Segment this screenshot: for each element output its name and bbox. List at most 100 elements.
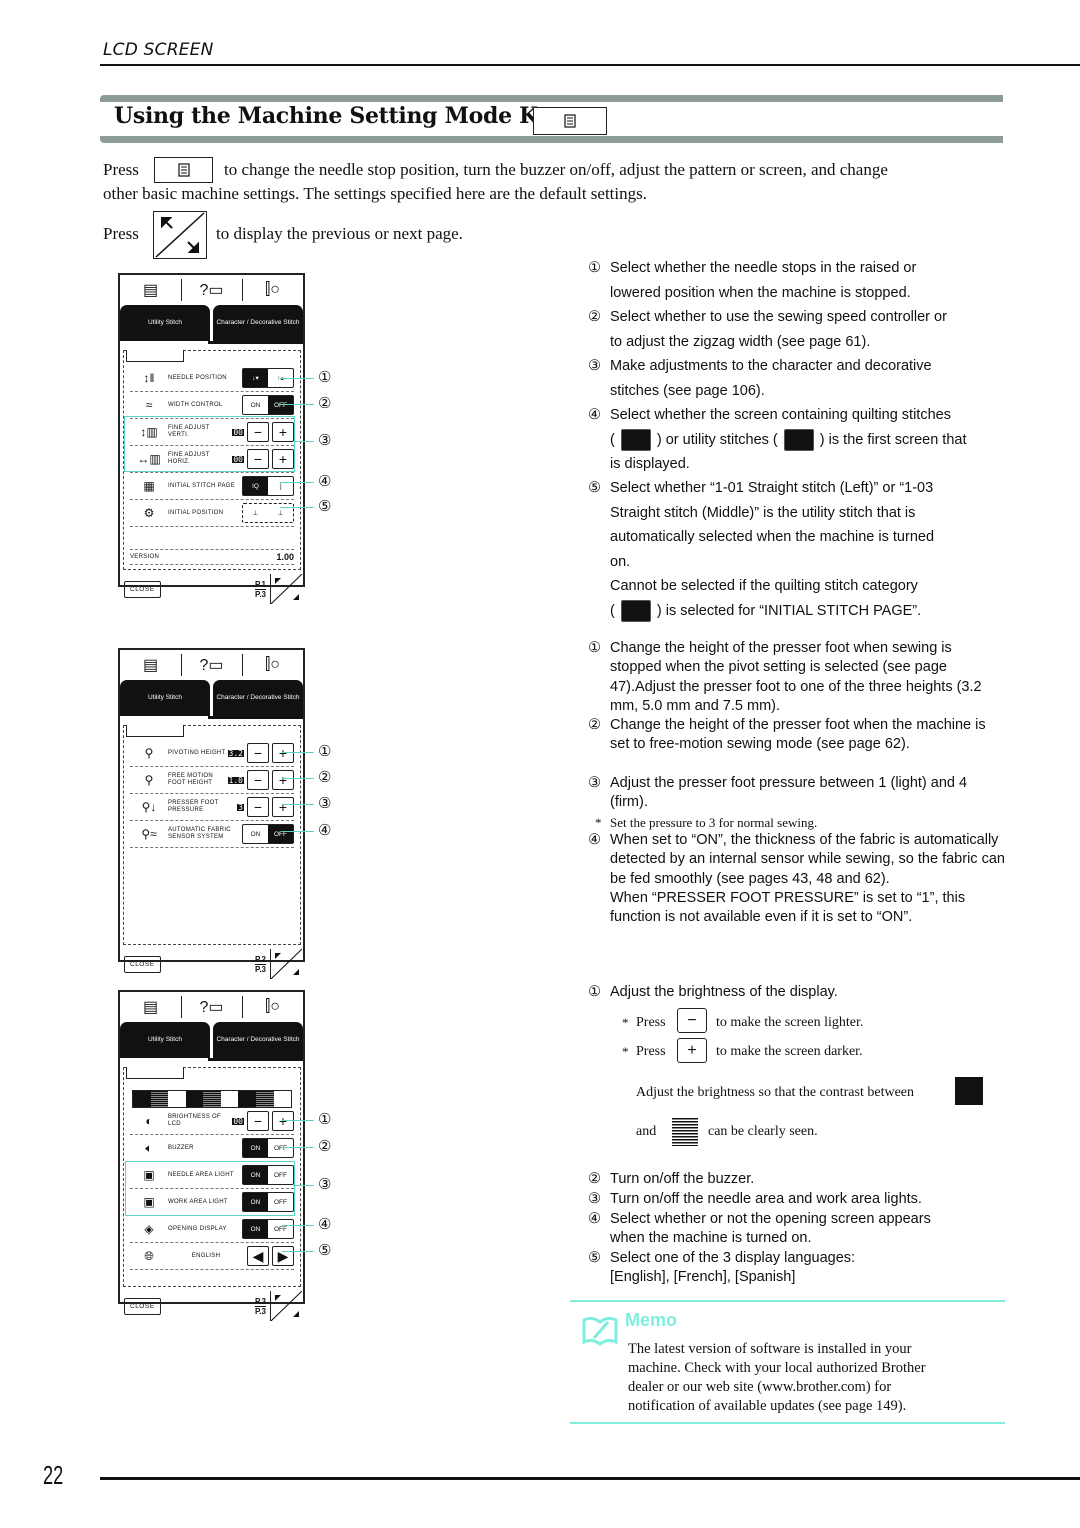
opening-display-toggle[interactable]: ON OFF [242, 1219, 294, 1239]
note-line: lowered position when the machine is sto… [610, 284, 911, 301]
lcd-footer: CLOSE P.2 P.3 [120, 947, 303, 981]
callout-2: ② [318, 1138, 332, 1155]
current-page: P.2 [255, 954, 266, 965]
width-control-toggle[interactable]: ON OFF [242, 395, 294, 415]
minus-button[interactable]: − [247, 797, 269, 817]
off-option: OFF [274, 1144, 287, 1152]
note-text: Set the pressure to 3 for normal sewing. [610, 815, 818, 830]
title-bar-top [100, 95, 1003, 102]
prev-next-page-button[interactable] [270, 573, 303, 605]
current-page: P.3 [255, 1296, 266, 1307]
page-indicator: P.2 P.3 [255, 955, 266, 974]
lcd-top-bar: ▤ ?▭ ⫿○ [120, 650, 303, 680]
callout-3: ③ [318, 432, 332, 449]
close-button[interactable]: CLOSE [124, 955, 161, 973]
lcd-top-needle[interactable]: ⫿○ [242, 992, 303, 1022]
star-marker: * [622, 1044, 629, 1059]
memo-line: dealer or our web site (www.brother.com)… [628, 1379, 892, 1395]
lcd-top-help[interactable]: ?▭ [181, 992, 242, 1022]
lcd-top-setting[interactable]: ▤ [120, 650, 181, 680]
intro-line-2: other basic machine settings. The settin… [103, 184, 647, 203]
fabric-sensor-toggle[interactable]: ON OFF [242, 824, 294, 844]
settings-subtab [126, 1067, 184, 1079]
prev-next-page-icon [155, 212, 205, 258]
tab-character-decorative[interactable]: Character / Decorative Stitch [213, 680, 303, 716]
off-option: OFF [274, 1225, 287, 1233]
minus-button[interactable]: − [247, 770, 269, 790]
note-line: is displayed. [610, 456, 690, 472]
callout-line [282, 1225, 314, 1226]
plus-button[interactable]: + [272, 1111, 294, 1131]
globe-language-icon: 🌐︎ [144, 1248, 154, 1263]
setting-row-brightness: ◐ BRIGHTNESS OF LCD 00 − + [130, 1108, 294, 1135]
setting-value: 1.0 [227, 775, 244, 785]
initial-stitch-page-toggle[interactable]: ǀQ ⸾ [242, 476, 294, 496]
machine-needle-icon: ⚙ [143, 505, 155, 520]
page-number: 22 [43, 1460, 64, 1490]
note-3: ③ Adjust the presser foot pressure betwe… [588, 774, 1005, 813]
memo-body: The latest version of software is instal… [628, 1340, 998, 1416]
callout-line [293, 1185, 314, 1186]
minus-button[interactable]: − [247, 1111, 269, 1131]
plus-button[interactable]: + [272, 743, 294, 763]
footer-rule [100, 1477, 1080, 1480]
intro-press-1: Press [103, 160, 139, 179]
callout-1: ① [318, 1111, 332, 1128]
note-text: Change the height of the presser foot wh… [610, 717, 986, 753]
tab-utility-stitch[interactable]: Utility Stitch [120, 1022, 210, 1058]
machine-setting-key [533, 107, 607, 135]
initial-position-toggle[interactable]: ⊥ ⊥ [242, 503, 294, 523]
machine-setting-key-inline [154, 157, 213, 183]
prev-next-page-button[interactable] [270, 948, 303, 980]
lcd-footer: CLOSE P.3 P.3 [120, 1289, 303, 1323]
close-button[interactable]: CLOSE [124, 580, 161, 598]
total-pages: P.3 [255, 964, 266, 974]
section-label: LCD SCREEN [103, 40, 214, 60]
note-number: ② [588, 309, 601, 325]
note-1: ① Change the height of the presser foot … [588, 639, 1005, 716]
lcd-top-needle[interactable]: ⫿○ [242, 275, 303, 305]
tab-character-decorative[interactable]: Character / Decorative Stitch [213, 1022, 303, 1058]
plus-button[interactable]: + [272, 797, 294, 817]
lcd-top-help[interactable]: ?▭ [181, 650, 242, 680]
lcd-top-needle[interactable]: ⫿○ [242, 650, 303, 680]
tab-character-decorative[interactable]: Character / Decorative Stitch [213, 305, 303, 341]
needle-position-icon: ↕‖ [143, 370, 155, 385]
lcd-settings-body: ⚲ PIVOTING HEIGHT 3.2 − + ⚲ FREE MOTION … [123, 725, 301, 945]
lcd-top-setting[interactable]: ▤ [120, 992, 181, 1022]
help-machine-icon: ?▭ [199, 999, 224, 1016]
note-2: ② Turn on/off the buzzer. [588, 1170, 1005, 1189]
setting-row-pivoting-height: ⚲ PIVOTING HEIGHT 3.2 − + [130, 740, 294, 767]
note-text: Change the height of the presser foot wh… [610, 640, 982, 714]
stitch-grid-icon: ▦ [143, 478, 155, 493]
tab-utility-stitch[interactable]: Utility Stitch [120, 305, 210, 341]
note-line: Select whether to use the sewing speed c… [610, 309, 947, 325]
note-line: Straight stitch (Middle)” is the utility… [610, 504, 916, 521]
note-number: ④ [588, 832, 601, 848]
lcd-screen-page-3: ▤ ?▭ ⫿○ Utility Stitch Character / Decor… [118, 990, 305, 1322]
setting-value: 00 [232, 1116, 244, 1126]
setting-label: BUZZER [168, 1144, 194, 1151]
lcd-tabs: Utility Stitch Character / Decorative St… [120, 680, 303, 716]
plus-button[interactable]: + [272, 770, 294, 790]
note-line: Select whether the needle stops in the r… [610, 260, 917, 276]
version-row: VERSION 1.00 [130, 549, 294, 565]
note-1: ① Adjust the brightness of the display. [588, 980, 1005, 1005]
note-text: when the machine is turned on. [610, 1230, 812, 1247]
language-prev-button[interactable]: ◀ [247, 1246, 269, 1266]
tab-utility-stitch[interactable]: Utility Stitch [120, 680, 210, 716]
lcd-top-help[interactable]: ?▭ [181, 275, 242, 305]
current-page: P.1 [255, 579, 266, 590]
close-button[interactable]: CLOSE [124, 1297, 161, 1315]
prev-next-page-button[interactable] [270, 1290, 303, 1322]
callout-line [280, 507, 314, 508]
lcd-footer: CLOSE P.1 P.3 [120, 572, 303, 606]
buzzer-toggle[interactable]: ON OFF [242, 1138, 294, 1158]
note-4: ④ Select whether the screen containing q… [588, 403, 1005, 477]
language-next-button[interactable]: ▶ [272, 1246, 294, 1266]
note-line: Select whether the screen containing qui… [610, 407, 951, 423]
lcd-top-setting[interactable]: ▤ [120, 275, 181, 305]
memo-title: Memo [625, 1310, 678, 1330]
machine-setting-icon: ▤ [142, 657, 159, 674]
minus-button[interactable]: − [247, 743, 269, 763]
